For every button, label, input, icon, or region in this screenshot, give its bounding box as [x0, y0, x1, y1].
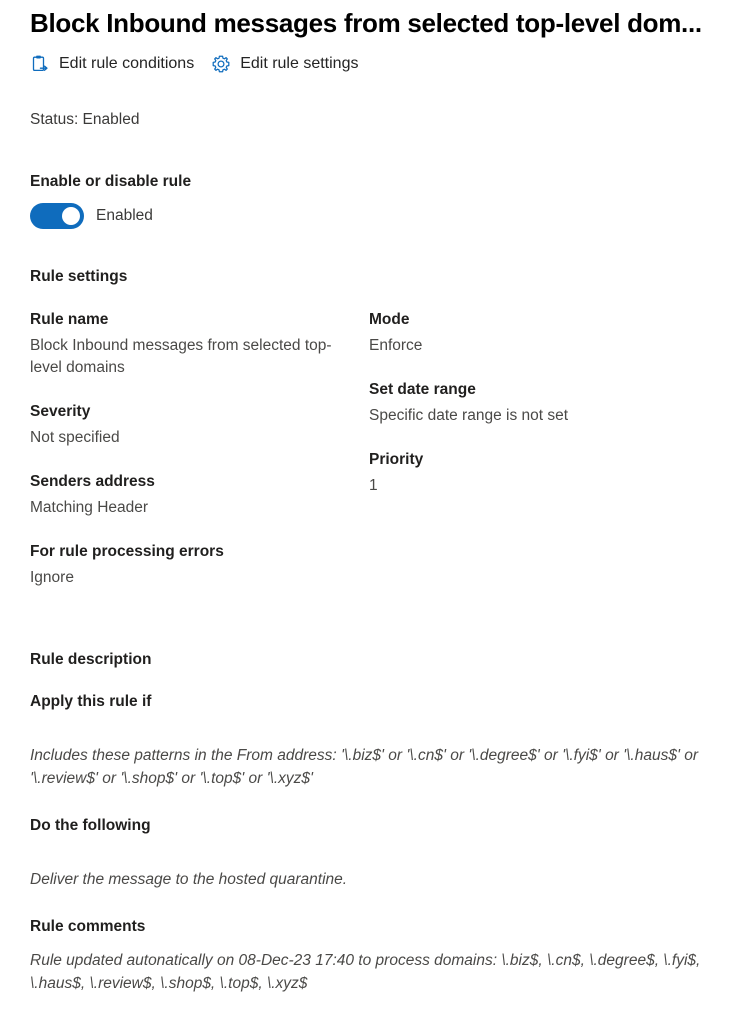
field-value: Block Inbound messages from selected top…: [30, 337, 332, 376]
field-priority: Priority 1: [369, 449, 719, 497]
field-label: Severity: [30, 403, 91, 420]
rule-comments-heading: Rule comments: [30, 918, 146, 935]
do-the-following-heading: Do the following: [30, 817, 151, 834]
title-row: Block Inbound messages from selected top…: [30, 0, 730, 40]
enable-toggle-row: Enabled: [30, 203, 730, 229]
field-value: Ignore: [30, 569, 74, 586]
rule-description-heading: Rule description: [30, 651, 152, 668]
field-severity: Severity Not specified: [30, 401, 360, 449]
rule-details-panel: Block Inbound messages from selected top…: [0, 0, 744, 1024]
edit-rule-conditions-button[interactable]: Edit rule conditions: [30, 54, 194, 74]
field-rule-name: Rule name Block Inbound messages from se…: [30, 309, 360, 379]
field-label: For rule processing errors: [30, 543, 224, 560]
field-value: Not specified: [30, 429, 120, 446]
field-label: Senders address: [30, 473, 155, 490]
toggle-state-label: Enabled: [96, 207, 153, 224]
edit-rule-settings-button[interactable]: Edit rule settings: [211, 54, 358, 74]
rule-settings-heading: Rule settings: [30, 268, 128, 285]
clipboard-arrow-icon: [30, 54, 50, 74]
rule-description-section: Rule description Apply this rule if Incl…: [30, 650, 730, 995]
field-label: Mode: [369, 311, 410, 328]
rule-settings-grid: Rule name Block Inbound messages from se…: [30, 309, 730, 609]
do-the-following-text: Deliver the message to the hosted quaran…: [30, 871, 348, 888]
status-text: Status: Enabled: [30, 111, 140, 128]
rule-settings-right-column: Mode Enforce Set date range Specific dat…: [369, 309, 719, 519]
field-label: Rule name: [30, 311, 109, 328]
field-set-date-range: Set date range Specific date range is no…: [369, 379, 719, 427]
toggle-knob: [62, 207, 80, 225]
apply-this-rule-if-heading: Apply this rule if: [30, 693, 152, 710]
apply-this-rule-if-text: Includes these patterns in the From addr…: [30, 747, 699, 787]
field-senders-address: Senders address Matching Header: [30, 471, 360, 519]
enable-rule-toggle[interactable]: [30, 203, 84, 229]
rule-comments-text: Rule updated autonatically on 08-Dec-23 …: [30, 952, 701, 992]
enable-disable-section: Enable or disable rule Enabled: [30, 172, 730, 229]
field-label: Set date range: [369, 381, 476, 398]
gear-icon: [211, 54, 231, 74]
field-label: Priority: [369, 451, 424, 468]
field-mode: Mode Enforce: [369, 309, 719, 357]
field-rule-processing-errors: For rule processing errors Ignore: [30, 541, 360, 589]
field-value: Enforce: [369, 337, 423, 354]
field-value: Specific date range is not set: [369, 407, 569, 424]
enable-disable-label: Enable or disable rule: [30, 173, 192, 190]
edit-rule-settings-label: Edit rule settings: [240, 55, 359, 72]
command-bar: Edit rule conditions Edit rule settings: [30, 48, 730, 80]
field-value: Matching Header: [30, 499, 149, 516]
page-title: Block Inbound messages from selected top…: [30, 8, 702, 38]
edit-rule-conditions-label: Edit rule conditions: [59, 55, 195, 72]
field-value: 1: [369, 477, 378, 494]
rule-settings-left-column: Rule name Block Inbound messages from se…: [30, 309, 360, 611]
